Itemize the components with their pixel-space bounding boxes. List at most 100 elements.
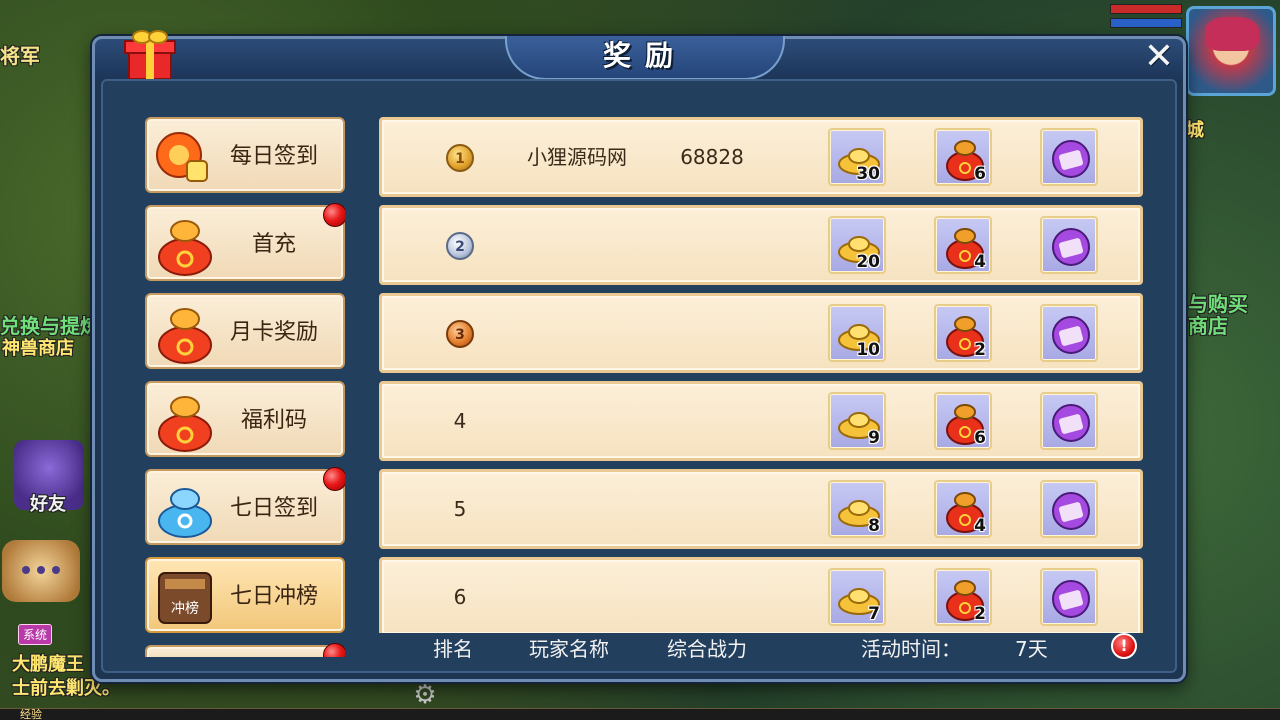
gold-ingot-reward[interactable]: 8 <box>828 480 886 538</box>
ranking-footer: 排名 玩家名称 综合战力 活动时间： 7天 <box>95 633 1189 663</box>
rank-number: 6 <box>453 585 467 609</box>
reward-quantity: 6 <box>974 164 986 184</box>
reward-row: 1 小狸源码网 68828 30 6 <box>379 117 1143 197</box>
notification-dot <box>323 467 345 491</box>
menu-item-daily-signin[interactable]: 每日签到 <box>145 117 345 193</box>
bg-right-shop-text: 商店 <box>1188 314 1228 338</box>
reward-quantity: 7 <box>868 604 880 624</box>
ranking-icon-text: 冲榜 <box>171 600 199 617</box>
close-button[interactable]: ✕ <box>1139 39 1179 77</box>
menu-item-label: 月卡奖励 <box>229 320 318 345</box>
menu-item-welfare-code[interactable]: 福利码 <box>145 381 345 457</box>
exp-label: 经验 <box>20 708 42 720</box>
combat-power <box>652 384 772 458</box>
scroll-reward[interactable] <box>1040 128 1098 186</box>
combat-power: 68828 <box>680 145 744 169</box>
daily-signin-icon <box>156 132 208 182</box>
reward-quantity: 2 <box>974 604 986 624</box>
gold-ingot-reward[interactable]: 30 <box>828 128 886 186</box>
reward-quantity: 2 <box>974 340 986 360</box>
reward-quantity: 6 <box>974 428 986 448</box>
money-bag-icon <box>158 220 212 276</box>
activity-time-value: 7天 <box>1015 637 1048 661</box>
reward-row: 3 10 2 <box>379 293 1143 373</box>
reward-row: 4 9 6 <box>379 381 1143 461</box>
reward-row: 2 20 4 <box>379 205 1143 285</box>
bg-right-city-text: 城 <box>1186 120 1204 141</box>
menu-item-label: 七日冲榜 <box>229 584 318 609</box>
menu-item-first-recharge[interactable]: 首充 <box>145 203 345 281</box>
friend-label: 好友 <box>30 494 66 515</box>
column-rank-label: 排名 <box>433 637 473 661</box>
gold-ingot-reward[interactable]: 7 <box>828 568 886 626</box>
gold-ingot-reward[interactable]: 20 <box>828 216 886 274</box>
gold-ingot-reward[interactable]: 9 <box>828 392 886 450</box>
money-bag-icon <box>158 396 212 452</box>
reward-quantity: 8 <box>868 516 880 536</box>
combat-power <box>652 560 772 633</box>
player-name <box>502 208 652 282</box>
purple-scroll-icon <box>1052 140 1090 178</box>
menu-item-label: 每日签到 <box>229 144 318 169</box>
silver-medal-icon: 2 <box>446 232 474 260</box>
player-name <box>502 384 652 458</box>
column-player-label: 玩家名称 <box>529 637 609 661</box>
reward-panel: 奖励 ✕ 每日签到 首充 月卡奖励 福利码 七日签到 冲榜 七日冲榜 1 小狸源… <box>92 30 1189 682</box>
combat-power <box>652 296 772 370</box>
lucky-bag-reward[interactable]: 4 <box>934 216 992 274</box>
menu-item-label: 福利码 <box>240 408 307 433</box>
status-bars <box>1110 4 1182 32</box>
menu-item-label: 首充 <box>251 232 296 257</box>
player-name <box>502 472 652 546</box>
combat-power <box>652 208 772 282</box>
gold-medal-icon: 1 <box>446 144 474 172</box>
bg-chat-line-1: 大鹏魔王 <box>12 654 84 675</box>
blue-bag-icon <box>158 488 212 538</box>
purple-scroll-icon <box>1052 580 1090 618</box>
money-bag-icon <box>158 308 212 364</box>
player-name: 小狸源码网 <box>527 145 627 169</box>
activity-time-label: 活动时间： <box>861 637 961 661</box>
lucky-bag-reward[interactable]: 2 <box>934 304 992 362</box>
system-badge: 系统 <box>18 624 53 645</box>
purple-scroll-icon <box>1052 316 1090 354</box>
info-icon[interactable]: ! <box>1111 633 1137 659</box>
scroll-reward[interactable] <box>1040 216 1098 274</box>
scroll-reward[interactable] <box>1040 480 1098 538</box>
player-name <box>502 560 652 633</box>
menu-item-monthly-card[interactable]: 月卡奖励 <box>145 293 345 369</box>
lucky-bag-reward[interactable]: 6 <box>934 128 992 186</box>
gear-icon[interactable]: ⚙ <box>410 680 440 710</box>
purple-scroll-icon <box>1052 404 1090 442</box>
reward-quantity: 30 <box>856 164 880 184</box>
reward-quantity: 4 <box>974 516 986 536</box>
reward-row: 6 7 2 <box>379 557 1143 633</box>
scroll-reward[interactable] <box>1040 392 1098 450</box>
menu-item-seven-day-ranking[interactable]: 冲榜 七日冲榜 <box>145 557 345 633</box>
menu-item-label: 七日签到 <box>229 496 318 521</box>
purple-scroll-icon <box>1052 492 1090 530</box>
lucky-bag-reward[interactable]: 4 <box>934 480 992 538</box>
reward-quantity: 9 <box>868 428 880 448</box>
ranking-board-icon: 冲榜 <box>158 572 212 624</box>
avatar[interactable] <box>1186 6 1276 96</box>
lucky-bag-reward[interactable]: 2 <box>934 568 992 626</box>
notification-dot <box>323 203 345 227</box>
panel-title: 奖励 <box>602 39 687 72</box>
scroll-reward[interactable] <box>1040 304 1098 362</box>
ranking-reward-list: 1 小狸源码网 68828 30 6 2 20 4 3 10 2 4 9 6 5… <box>379 117 1143 633</box>
rank-number: 4 <box>453 409 467 433</box>
bg-general-text: 将军 <box>0 44 40 68</box>
bg-beast-shop-text: 神兽商店 <box>2 338 74 359</box>
exp-bar: 经验 <box>0 708 1280 720</box>
bronze-medal-icon: 3 <box>446 320 474 348</box>
chat-icon[interactable] <box>2 540 80 602</box>
reward-row: 5 8 4 <box>379 469 1143 549</box>
menu-item-seven-day-signin[interactable]: 七日签到 <box>145 467 345 545</box>
lucky-bag-reward[interactable]: 6 <box>934 392 992 450</box>
reward-quantity: 20 <box>856 252 880 272</box>
scroll-reward[interactable] <box>1040 568 1098 626</box>
combat-power <box>652 472 772 546</box>
gold-ingot-reward[interactable]: 10 <box>828 304 886 362</box>
purple-scroll-icon <box>1052 228 1090 266</box>
